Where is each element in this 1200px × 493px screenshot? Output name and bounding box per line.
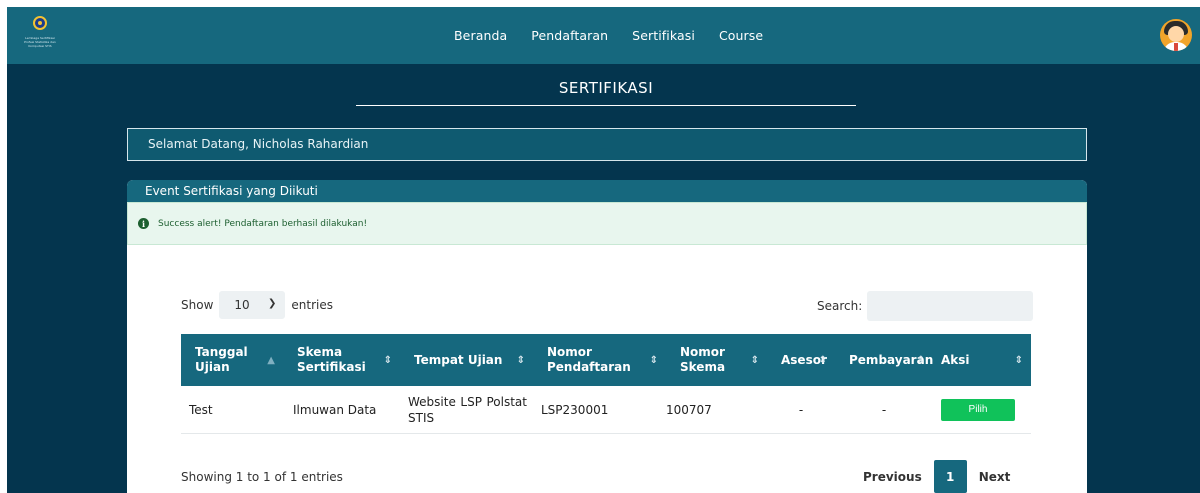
- entries-select[interactable]: 10 ❯: [219, 291, 286, 319]
- column-header-pembayaran[interactable]: Pembayaran ⇕: [835, 334, 933, 386]
- cell-nomor-skema: 100707: [666, 402, 712, 417]
- table-info: Showing 1 to 1 of 1 entries: [181, 470, 343, 484]
- search-control: Search:: [817, 291, 1034, 321]
- logo-text: Lembaga Sertifikasi Profesi Statistika d…: [24, 36, 56, 48]
- column-header-tempat-ujian[interactable]: Tempat Ujian ⇕: [400, 334, 533, 386]
- nav-link-beranda[interactable]: Beranda: [454, 28, 507, 43]
- title-divider: [356, 105, 856, 106]
- next-page-button[interactable]: Next: [979, 470, 1011, 484]
- entries-label: entries: [291, 298, 333, 312]
- nav-link-course[interactable]: Course: [719, 28, 763, 43]
- logo-emblem-icon: [33, 16, 47, 30]
- success-alert: i Success alert! Pendaftaran berhasil di…: [127, 202, 1087, 245]
- cell-nomor-pendaftaran: LSP230001: [541, 402, 609, 417]
- entries-length-control: Show 10 ❯ entries: [181, 291, 333, 319]
- cell-aksi: Pilih: [933, 386, 1031, 433]
- sort-icon: ⇕: [750, 355, 759, 366]
- column-header-aksi[interactable]: Aksi ⇕: [933, 334, 1031, 386]
- search-input[interactable]: [867, 291, 1034, 321]
- user-avatar-icon[interactable]: [1160, 19, 1192, 51]
- cell-asesor: -: [798, 402, 804, 417]
- alert-text: Success alert! Pendaftaran berhasil dila…: [158, 218, 368, 229]
- certification-table: Tanggal Ujian ▲ Skema Sertifikasi ⇕ Temp…: [181, 334, 1031, 434]
- lsp-logo[interactable]: Lembaga Sertifikasi Profesi Statistika d…: [20, 16, 60, 56]
- card-header: Event Sertifikasi yang Diikuti: [127, 180, 1087, 202]
- sort-icon: ⇕: [916, 355, 925, 366]
- column-header-tanggal-ujian[interactable]: Tanggal Ujian ▲: [181, 334, 283, 386]
- pilih-button[interactable]: Pilih: [941, 398, 1015, 421]
- info-circle-icon: i: [138, 218, 149, 229]
- entries-select-value: 10: [234, 298, 250, 312]
- chevron-down-icon: ❯: [268, 298, 277, 309]
- certification-events-card: Event Sertifikasi yang Diikuti i Success…: [127, 180, 1087, 493]
- sort-icon: ⇕: [818, 355, 827, 366]
- show-label: Show: [181, 298, 214, 312]
- page-1-button[interactable]: 1: [933, 460, 967, 493]
- cell-pembayaran: -: [881, 402, 887, 417]
- sort-icon: ⇕: [383, 355, 392, 366]
- cell-skema-sertifikasi: Ilmuwan Data: [293, 402, 377, 417]
- nav-link-sertifikasi[interactable]: Sertifikasi: [632, 28, 695, 43]
- column-header-nomor-pendaftaran[interactable]: Nomor Pendaftaran ⇕: [533, 334, 666, 386]
- sort-icon: ⇕: [516, 355, 525, 366]
- pagination: Previous 1 Next: [863, 460, 1010, 493]
- search-label: Search:: [817, 299, 863, 313]
- column-header-skema-sertifikasi[interactable]: Skema Sertifikasi ⇕: [283, 334, 400, 386]
- sort-asc-icon: ▲: [267, 355, 275, 366]
- table-row: Test Ilmuwan Data Website LSP Polstat ST…: [181, 386, 1031, 434]
- sort-icon: ⇕: [649, 355, 658, 366]
- cell-tempat-ujian: Website LSP Polstat STIS: [408, 394, 527, 425]
- page-title: SERTIFIKASI: [558, 79, 654, 97]
- column-header-nomor-skema[interactable]: Nomor Skema ⇕: [666, 334, 767, 386]
- nav-links: Beranda Pendaftaran Sertifikasi Course: [454, 7, 787, 64]
- welcome-banner: Selamat Datang, Nicholas Rahardian: [127, 128, 1087, 161]
- sort-icon: ⇕: [1014, 355, 1023, 366]
- table-header: Tanggal Ujian ▲ Skema Sertifikasi ⇕ Temp…: [181, 334, 1031, 386]
- top-navbar: Lembaga Sertifikasi Profesi Statistika d…: [7, 7, 1200, 64]
- page-background: Lembaga Sertifikasi Profesi Statistika d…: [7, 7, 1200, 493]
- column-header-asesor[interactable]: Asesor ⇕: [767, 334, 835, 386]
- cell-tanggal-ujian: Test: [189, 402, 213, 417]
- previous-page-button[interactable]: Previous: [863, 470, 922, 484]
- nav-link-pendaftaran[interactable]: Pendaftaran: [531, 28, 608, 43]
